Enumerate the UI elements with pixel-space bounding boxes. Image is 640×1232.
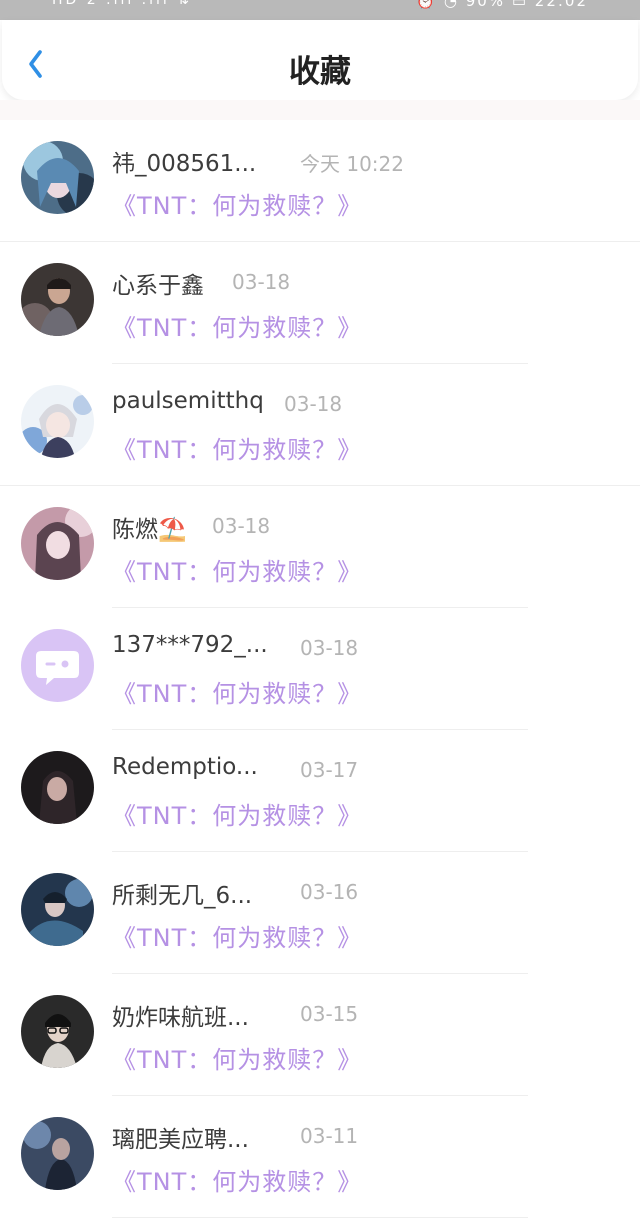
chat-bubble-icon bbox=[36, 651, 79, 685]
list-item[interactable]: 137***792_... 03-18 《TNT：何为救赎？》 bbox=[0, 608, 640, 730]
avatar[interactable] bbox=[21, 141, 94, 214]
favorite-title-link[interactable]: 《TNT：何为救赎？》 bbox=[112, 1162, 362, 1197]
favorite-title-link[interactable]: 《TNT：何为救赎？》 bbox=[112, 430, 362, 465]
avatar[interactable] bbox=[21, 751, 94, 824]
user-name[interactable]: 所剩无几_6... bbox=[112, 876, 252, 910]
timestamp: 03-17 bbox=[300, 758, 359, 782]
user-name[interactable]: 璃肥美应聘... bbox=[112, 1120, 249, 1154]
header-shadow-band bbox=[0, 100, 640, 120]
list-item[interactable]: 奶炸味航班... 03-15 《TNT：何为救赎？》 bbox=[0, 974, 640, 1096]
avatar[interactable] bbox=[21, 263, 94, 336]
timestamp: 03-18 bbox=[232, 270, 291, 294]
timestamp: 03-18 bbox=[300, 636, 359, 660]
page-title: 收藏 bbox=[289, 54, 351, 90]
avatar[interactable] bbox=[21, 629, 94, 702]
favorite-title-link[interactable]: 《TNT：何为救赎？》 bbox=[112, 918, 362, 953]
timestamp: 今天 10:22 bbox=[300, 152, 404, 176]
favorite-title-link[interactable]: 《TNT：何为救赎？》 bbox=[112, 552, 362, 587]
avatar[interactable] bbox=[21, 385, 94, 458]
status-bar: HD 2 .ııl .ııl ⇅ ⏰ ◔ 90% ▭ 22:02 bbox=[0, 0, 640, 20]
timestamp: 03-11 bbox=[300, 1124, 359, 1148]
list-item[interactable]: paulsemitthq 03-18 《TNT：何为救赎？》 bbox=[0, 364, 640, 486]
list-item[interactable]: 祎_008561... 今天 10:22 《TNT：何为救赎？》 bbox=[0, 120, 640, 242]
favorite-title-link[interactable]: 《TNT：何为救赎？》 bbox=[112, 674, 362, 709]
user-name[interactable]: 137***792_... bbox=[112, 632, 268, 658]
timestamp: 03-15 bbox=[300, 1002, 359, 1026]
timestamp: 03-18 bbox=[284, 392, 343, 416]
list-item[interactable]: 所剩无几_6... 03-16 《TNT：何为救赎？》 bbox=[0, 852, 640, 974]
avatar[interactable] bbox=[21, 873, 94, 946]
user-name[interactable]: 祎_008561... bbox=[112, 144, 256, 178]
list-item[interactable]: 璃肥美应聘... 03-11 《TNT：何为救赎？》 bbox=[0, 1096, 640, 1218]
header-bar: 收藏 bbox=[2, 20, 638, 100]
user-name[interactable]: 心系于鑫 bbox=[112, 266, 204, 300]
avatar[interactable] bbox=[21, 995, 94, 1068]
favorites-list: 祎_008561... 今天 10:22 《TNT：何为救赎？》 心系于鑫 03… bbox=[0, 120, 640, 1218]
status-bar-left: HD 2 .ııl .ııl ⇅ bbox=[52, 0, 192, 8]
user-name[interactable]: 奶炸味航班... bbox=[112, 998, 249, 1032]
divider bbox=[112, 1217, 528, 1218]
favorite-title-link[interactable]: 《TNT：何为救赎？》 bbox=[112, 1040, 362, 1075]
user-name[interactable]: Redemptio... bbox=[112, 754, 258, 780]
avatar[interactable] bbox=[21, 1117, 94, 1190]
list-item[interactable]: 心系于鑫 03-18 《TNT：何为救赎？》 bbox=[0, 242, 640, 364]
favorite-title-link[interactable]: 《TNT：何为救赎？》 bbox=[112, 186, 362, 221]
list-item[interactable]: 陈燃⛱️ 03-18 《TNT：何为救赎？》 bbox=[0, 486, 640, 608]
favorite-title-link[interactable]: 《TNT：何为救赎？》 bbox=[112, 308, 362, 343]
favorite-title-link[interactable]: 《TNT：何为救赎？》 bbox=[112, 796, 362, 831]
avatar[interactable] bbox=[21, 507, 94, 580]
user-name[interactable]: 陈燃⛱️ bbox=[112, 510, 187, 544]
status-bar-right: ⏰ ◔ 90% ▭ 22:02 bbox=[416, 0, 588, 10]
timestamp: 03-18 bbox=[212, 514, 271, 538]
list-item[interactable]: Redemptio... 03-17 《TNT：何为救赎？》 bbox=[0, 730, 640, 852]
user-name[interactable]: paulsemitthq bbox=[112, 388, 264, 414]
timestamp: 03-16 bbox=[300, 880, 359, 904]
